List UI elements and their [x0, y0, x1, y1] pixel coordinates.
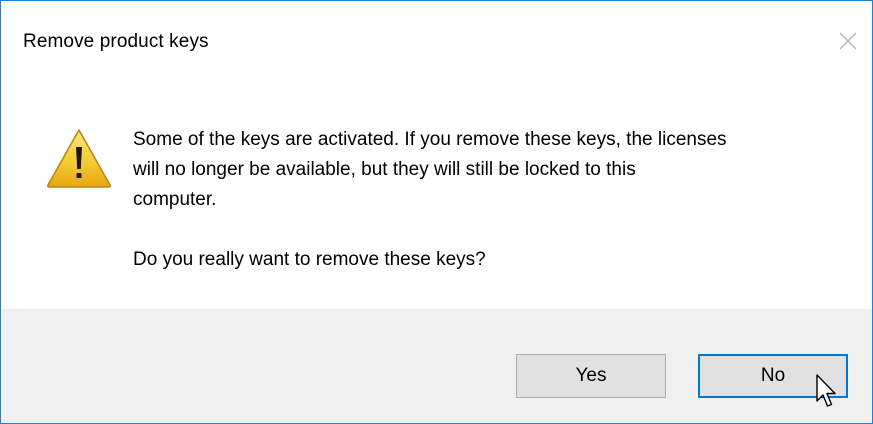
close-button[interactable]: [830, 23, 866, 59]
message-line-2: will no longer be available, but they wi…: [133, 159, 636, 180]
dialog-window: Remove product keys Some of the keys are…: [0, 0, 873, 424]
close-icon: [839, 32, 857, 50]
dialog-title: Remove product keys: [23, 31, 209, 52]
warning-icon: [46, 129, 112, 188]
yes-button[interactable]: Yes: [516, 354, 666, 398]
button-bar: Yes No: [1, 309, 872, 423]
message-line-1: Some of the keys are activated. If you r…: [133, 129, 727, 150]
message-line-3: computer.: [133, 189, 217, 210]
no-button[interactable]: No: [698, 354, 848, 398]
confirmation-question: Do you really want to remove these keys?: [133, 249, 486, 270]
dialog-content: Some of the keys are activated. If you r…: [1, 81, 872, 309]
title-bar: Remove product keys: [1, 1, 872, 81]
message-text: Some of the keys are activated. If you r…: [133, 125, 833, 275]
